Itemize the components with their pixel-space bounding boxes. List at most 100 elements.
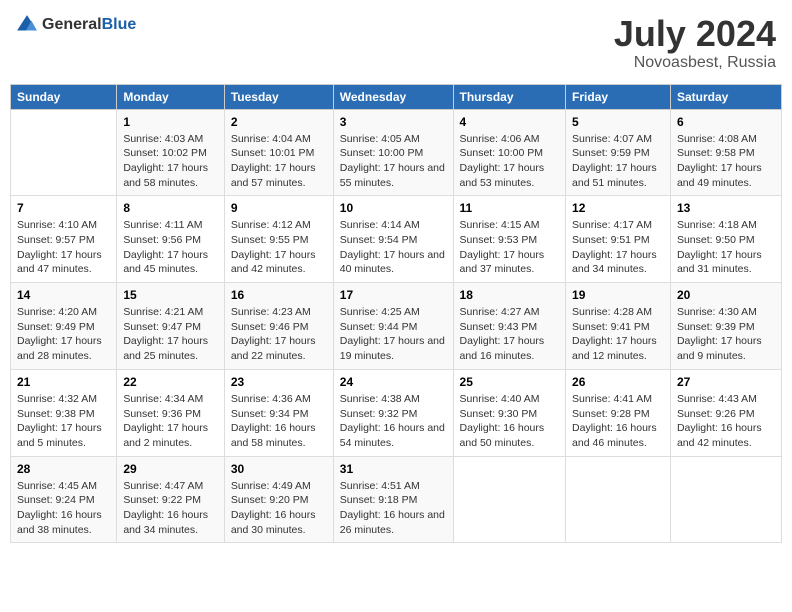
day-info: Sunrise: 4:28 AMSunset: 9:41 PMDaylight:… xyxy=(572,305,664,364)
day-info: Sunrise: 4:38 AMSunset: 9:32 PMDaylight:… xyxy=(340,392,447,451)
location-subtitle: Novoasbest, Russia xyxy=(614,54,776,72)
calendar-cell: 22 Sunrise: 4:34 AMSunset: 9:36 PMDayligh… xyxy=(117,369,225,456)
logo: GeneralBlue xyxy=(16,14,136,36)
col-header-tuesday: Tuesday xyxy=(224,84,333,109)
day-number: 2 xyxy=(231,115,327,129)
day-info: Sunrise: 4:40 AMSunset: 9:30 PMDaylight:… xyxy=(460,392,560,451)
calendar-cell: 28 Sunrise: 4:45 AMSunset: 9:24 PMDayligh… xyxy=(11,456,117,543)
calendar-cell: 23Sunrise: 4:36 AMSunset: 9:34 PMDayligh… xyxy=(224,369,333,456)
calendar-cell: 9 Sunrise: 4:12 AMSunset: 9:55 PMDaylight… xyxy=(224,196,333,283)
day-number: 11 xyxy=(460,201,560,215)
calendar-cell: 26 Sunrise: 4:41 AMSunset: 9:28 PMDayligh… xyxy=(566,369,671,456)
week-row-5: 28 Sunrise: 4:45 AMSunset: 9:24 PMDayligh… xyxy=(11,456,782,543)
day-number: 6 xyxy=(677,115,775,129)
day-number: 30 xyxy=(231,462,327,476)
col-header-thursday: Thursday xyxy=(453,84,566,109)
day-info: Sunrise: 4:11 AMSunset: 9:56 PMDaylight:… xyxy=(123,218,218,277)
calendar-cell: 13 Sunrise: 4:18 AMSunset: 9:50 PMDayligh… xyxy=(670,196,781,283)
day-number: 13 xyxy=(677,201,775,215)
day-number: 18 xyxy=(460,288,560,302)
col-header-sunday: Sunday xyxy=(11,84,117,109)
day-info: Sunrise: 4:17 AMSunset: 9:51 PMDaylight:… xyxy=(572,218,664,277)
day-number: 7 xyxy=(17,201,110,215)
day-info: Sunrise: 4:47 AMSunset: 9:22 PMDaylight:… xyxy=(123,479,218,538)
calendar-cell xyxy=(566,456,671,543)
day-number: 22 xyxy=(123,375,218,389)
day-info: Sunrise: 4:04 AMSunset: 10:01 PMDaylight… xyxy=(231,132,327,191)
day-number: 20 xyxy=(677,288,775,302)
calendar-cell: 27Sunrise: 4:43 AMSunset: 9:26 PMDayligh… xyxy=(670,369,781,456)
day-number: 17 xyxy=(340,288,447,302)
calendar-cell: 29 Sunrise: 4:47 AMSunset: 9:22 PMDayligh… xyxy=(117,456,225,543)
day-number: 27 xyxy=(677,375,775,389)
calendar-cell: 30 Sunrise: 4:49 AMSunset: 9:20 PMDayligh… xyxy=(224,456,333,543)
calendar-cell: 17Sunrise: 4:25 AMSunset: 9:44 PMDayligh… xyxy=(333,283,453,370)
calendar-cell: 2 Sunrise: 4:04 AMSunset: 10:01 PMDayligh… xyxy=(224,109,333,196)
week-row-3: 14 Sunrise: 4:20 AMSunset: 9:49 PMDayligh… xyxy=(11,283,782,370)
day-info: Sunrise: 4:14 AMSunset: 9:54 PMDaylight:… xyxy=(340,218,447,277)
week-row-1: 1 Sunrise: 4:03 AMSunset: 10:02 PMDayligh… xyxy=(11,109,782,196)
calendar-cell: 12 Sunrise: 4:17 AMSunset: 9:51 PMDayligh… xyxy=(566,196,671,283)
calendar-cell: 31Sunrise: 4:51 AMSunset: 9:18 PMDayligh… xyxy=(333,456,453,543)
calendar-table: SundayMondayTuesdayWednesdayThursdayFrid… xyxy=(10,84,782,544)
day-number: 12 xyxy=(572,201,664,215)
day-info: Sunrise: 4:45 AMSunset: 9:24 PMDaylight:… xyxy=(17,479,110,538)
day-number: 31 xyxy=(340,462,447,476)
calendar-cell xyxy=(670,456,781,543)
col-header-monday: Monday xyxy=(117,84,225,109)
day-info: Sunrise: 4:41 AMSunset: 9:28 PMDaylight:… xyxy=(572,392,664,451)
day-number: 9 xyxy=(231,201,327,215)
day-number: 1 xyxy=(123,115,218,129)
day-info: Sunrise: 4:27 AMSunset: 9:43 PMDaylight:… xyxy=(460,305,560,364)
calendar-cell: 3Sunrise: 4:05 AMSunset: 10:00 PMDayligh… xyxy=(333,109,453,196)
day-number: 10 xyxy=(340,201,447,215)
day-number: 21 xyxy=(17,375,110,389)
calendar-cell: 15 Sunrise: 4:21 AMSunset: 9:47 PMDayligh… xyxy=(117,283,225,370)
calendar-cell: 18 Sunrise: 4:27 AMSunset: 9:43 PMDayligh… xyxy=(453,283,566,370)
day-number: 25 xyxy=(460,375,560,389)
month-year-title: July 2024 xyxy=(614,14,776,54)
day-number: 5 xyxy=(572,115,664,129)
day-number: 19 xyxy=(572,288,664,302)
day-number: 26 xyxy=(572,375,664,389)
day-info: Sunrise: 4:03 AMSunset: 10:02 PMDaylight… xyxy=(123,132,218,191)
calendar-cell: 10 Sunrise: 4:14 AMSunset: 9:54 PMDayligh… xyxy=(333,196,453,283)
header: GeneralBlue July 2024 Novoasbest, Russia xyxy=(10,10,782,76)
day-number: 29 xyxy=(123,462,218,476)
calendar-cell: 14 Sunrise: 4:20 AMSunset: 9:49 PMDayligh… xyxy=(11,283,117,370)
calendar-cell: 8Sunrise: 4:11 AMSunset: 9:56 PMDaylight… xyxy=(117,196,225,283)
calendar-cell: 24 Sunrise: 4:38 AMSunset: 9:32 PMDayligh… xyxy=(333,369,453,456)
day-info: Sunrise: 4:06 AMSunset: 10:00 PMDaylight… xyxy=(460,132,560,191)
col-header-friday: Friday xyxy=(566,84,671,109)
calendar-cell: 25 Sunrise: 4:40 AMSunset: 9:30 PMDayligh… xyxy=(453,369,566,456)
calendar-cell: 1 Sunrise: 4:03 AMSunset: 10:02 PMDayligh… xyxy=(117,109,225,196)
calendar-cell: 5Sunrise: 4:07 AMSunset: 9:59 PMDaylight… xyxy=(566,109,671,196)
col-header-wednesday: Wednesday xyxy=(333,84,453,109)
calendar-cell: 11Sunrise: 4:15 AMSunset: 9:53 PMDayligh… xyxy=(453,196,566,283)
day-info: Sunrise: 4:23 AMSunset: 9:46 PMDaylight:… xyxy=(231,305,327,364)
day-info: Sunrise: 4:10 AMSunset: 9:57 PMDaylight:… xyxy=(17,218,110,277)
day-info: Sunrise: 4:21 AMSunset: 9:47 PMDaylight:… xyxy=(123,305,218,364)
day-info: Sunrise: 4:30 AMSunset: 9:39 PMDaylight:… xyxy=(677,305,775,364)
day-number: 4 xyxy=(460,115,560,129)
calendar-cell: 6 Sunrise: 4:08 AMSunset: 9:58 PMDaylight… xyxy=(670,109,781,196)
calendar-cell xyxy=(11,109,117,196)
calendar-cell: 20 Sunrise: 4:30 AMSunset: 9:39 PMDayligh… xyxy=(670,283,781,370)
logo-icon xyxy=(16,14,38,36)
day-info: Sunrise: 4:08 AMSunset: 9:58 PMDaylight:… xyxy=(677,132,775,191)
day-info: Sunrise: 4:12 AMSunset: 9:55 PMDaylight:… xyxy=(231,218,327,277)
title-area: July 2024 Novoasbest, Russia xyxy=(614,14,776,72)
calendar-cell xyxy=(453,456,566,543)
day-number: 15 xyxy=(123,288,218,302)
logo-general: General xyxy=(42,16,102,33)
day-info: Sunrise: 4:05 AMSunset: 10:00 PMDaylight… xyxy=(340,132,447,191)
day-info: Sunrise: 4:49 AMSunset: 9:20 PMDaylight:… xyxy=(231,479,327,538)
day-info: Sunrise: 4:18 AMSunset: 9:50 PMDaylight:… xyxy=(677,218,775,277)
day-info: Sunrise: 4:20 AMSunset: 9:49 PMDaylight:… xyxy=(17,305,110,364)
calendar-cell: 19 Sunrise: 4:28 AMSunset: 9:41 PMDayligh… xyxy=(566,283,671,370)
day-number: 24 xyxy=(340,375,447,389)
day-number: 14 xyxy=(17,288,110,302)
col-header-saturday: Saturday xyxy=(670,84,781,109)
day-info: Sunrise: 4:34 AMSunset: 9:36 PMDaylight:… xyxy=(123,392,218,451)
day-number: 28 xyxy=(17,462,110,476)
